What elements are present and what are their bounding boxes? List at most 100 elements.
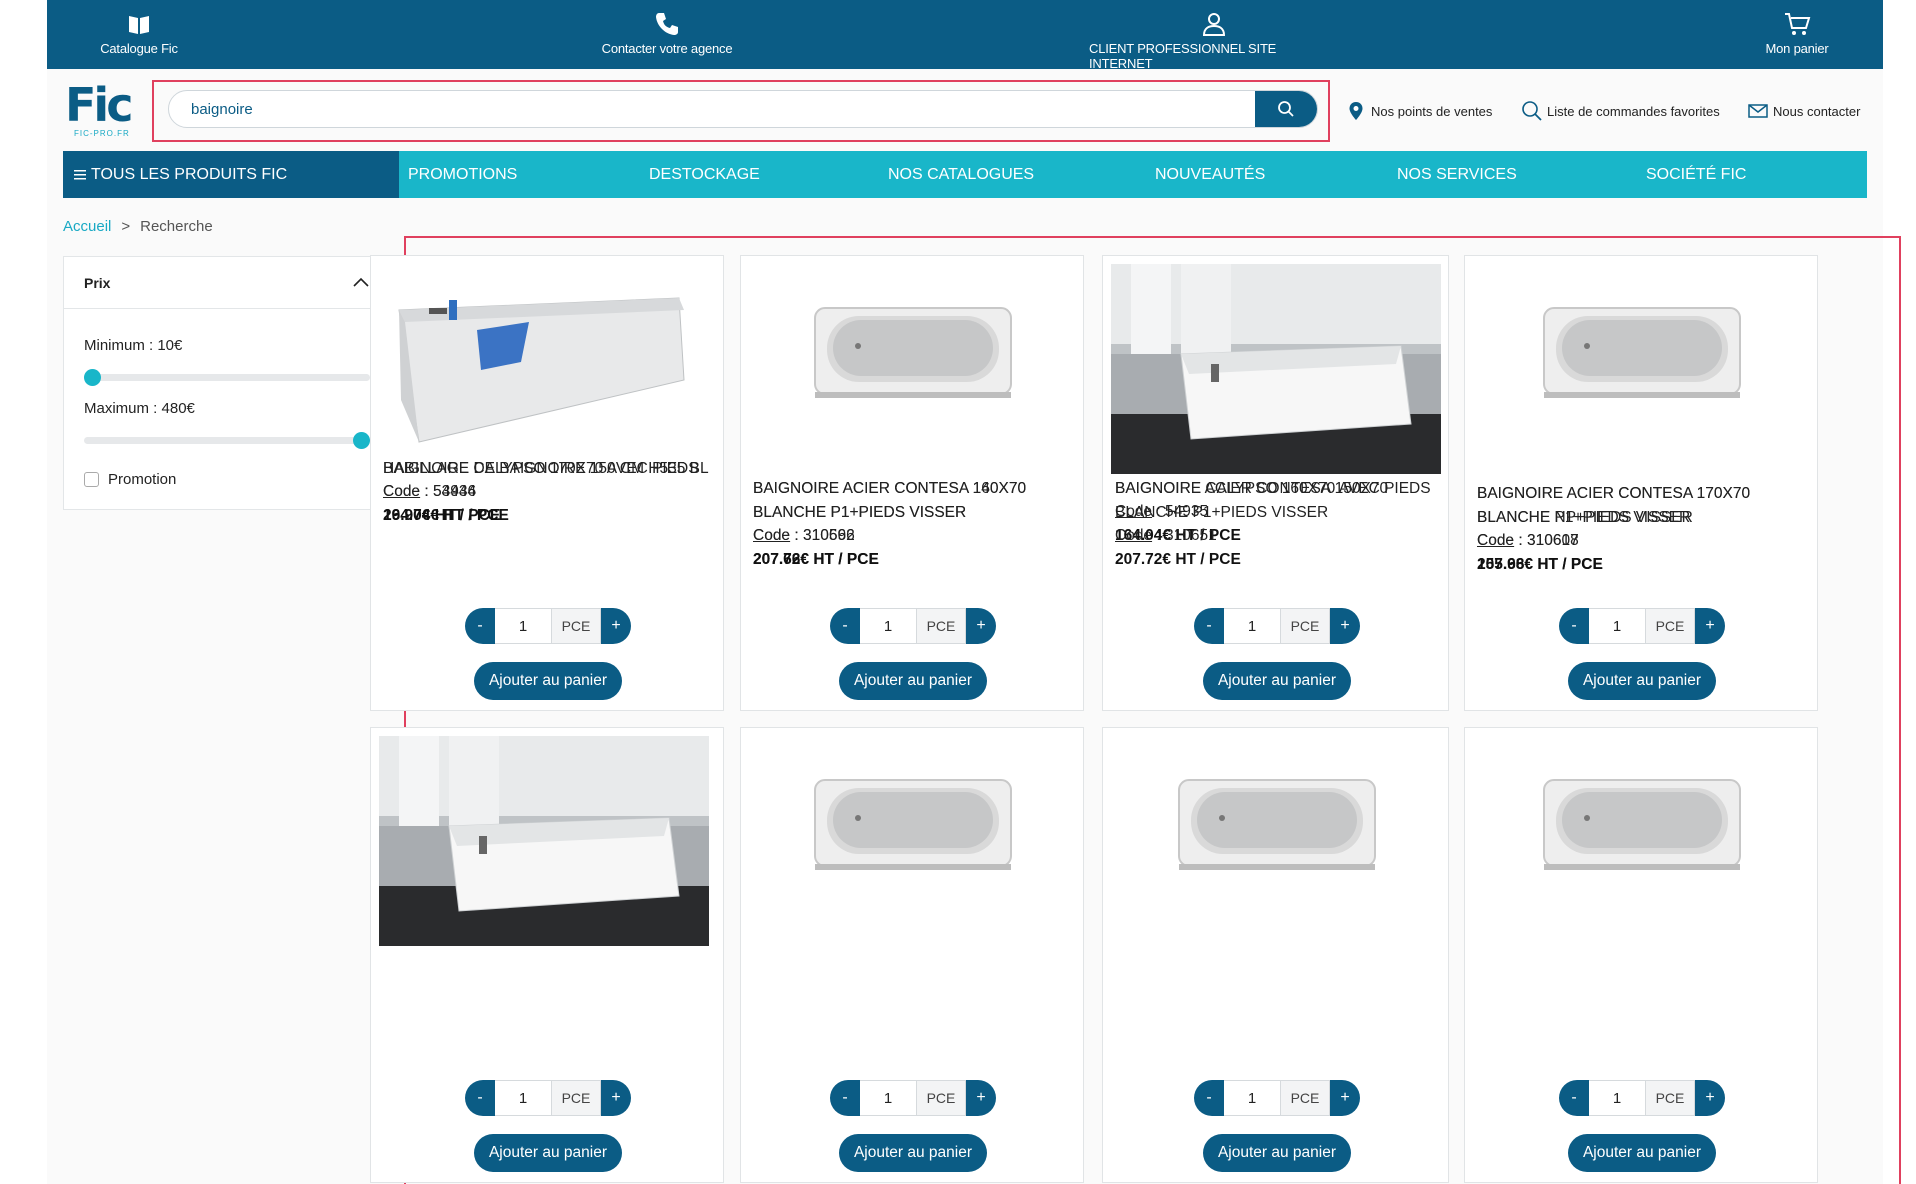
max-price-handle[interactable]: [353, 432, 370, 449]
menu-icon: [74, 169, 86, 179]
quantity-minus-button[interactable]: -: [465, 1080, 495, 1116]
quantity-input[interactable]: 1: [495, 1080, 551, 1116]
add-to-cart-button[interactable]: Ajouter au panier: [839, 1134, 987, 1172]
catalogue-link[interactable]: Catalogue Fic: [89, 10, 189, 56]
nav-destockage[interactable]: DESTOCKAGE: [649, 151, 760, 198]
product-code-value: : 310662: [790, 527, 855, 544]
quantity-plus-button[interactable]: +: [966, 1080, 996, 1116]
unit-select[interactable]: PCE: [1280, 1080, 1330, 1116]
contact-us-label: Nous contacter: [1773, 103, 1861, 119]
search-icon: [1278, 101, 1294, 117]
nav-nouveautes[interactable]: NOUVEAUTÉS: [1155, 151, 1265, 198]
unit-select[interactable]: PCE: [551, 1080, 601, 1116]
product-title[interactable]: BAIGNOIRE CALYPSO 170X70 AVEC PIEDS: [383, 457, 713, 481]
quantity-input[interactable]: 1: [1224, 608, 1280, 644]
quantity-input[interactable]: 1: [1224, 1080, 1280, 1116]
catalogue-label: Catalogue Fic: [100, 41, 178, 56]
cart-link[interactable]: Mon panier: [1747, 10, 1847, 56]
add-to-cart-button[interactable]: Ajouter au panier: [474, 662, 622, 700]
unit-select[interactable]: PCE: [1645, 1080, 1695, 1116]
product-image[interactable]: [1111, 264, 1441, 474]
product-card[interactable]: BAIGNOIRE ACIER CONTESA 150X70 BLANCHE P…: [1102, 480, 1449, 1183]
nav-services[interactable]: NOS SERVICES: [1397, 151, 1517, 198]
nav-societe[interactable]: SOCIÉTÉ FIC: [1646, 151, 1746, 198]
add-to-cart-button[interactable]: Ajouter au panier: [474, 1134, 622, 1172]
contact-agency-link[interactable]: Contacter votre agence: [567, 10, 767, 56]
unit-select[interactable]: PCE: [916, 1080, 966, 1116]
add-to-cart-button[interactable]: Ajouter au panier: [1203, 662, 1351, 700]
quantity-minus-button[interactable]: -: [1559, 1080, 1589, 1116]
add-to-cart-button[interactable]: Ajouter au panier: [1203, 1134, 1351, 1172]
breadcrumb-current: Recherche: [140, 218, 213, 235]
fic-logo[interactable]: Fic FIC-PRO.FR: [65, 82, 147, 138]
quantity-input[interactable]: 1: [1589, 608, 1645, 644]
unit-select[interactable]: PCE: [551, 608, 601, 644]
min-price-handle[interactable]: [84, 369, 101, 386]
unit-select[interactable]: PCE: [1280, 608, 1330, 644]
search-input[interactable]: [169, 91, 1254, 127]
breadcrumb: Accueil > Recherche: [63, 218, 213, 235]
unit-select[interactable]: PCE: [1645, 608, 1695, 644]
nav-promotions[interactable]: PROMOTIONS: [408, 151, 517, 198]
product-code: Code : 310662: [753, 527, 855, 545]
product-code-label: Code: [753, 527, 791, 544]
pro-client-link[interactable]: CLIENT PROFESSIONNEL SITE INTERNET: [1089, 10, 1339, 71]
price-filter: Prix Minimum : 10€ Maximum : 480€ Promot…: [63, 256, 391, 510]
quantity-minus-button[interactable]: -: [830, 608, 860, 644]
product-image[interactable]: [813, 778, 1013, 873]
breadcrumb-home[interactable]: Accueil: [63, 218, 111, 235]
product-title[interactable]: BAIGNOIRE ACIER CONTESA 150X70 BLANCHE P…: [1115, 477, 1438, 525]
product-card[interactable]: BAIGNOIRE CALYPSO 170X70 AVEC PIEDS Code …: [370, 460, 724, 1183]
quantity-minus-button[interactable]: -: [1194, 1080, 1224, 1116]
cart-icon: [1785, 13, 1811, 35]
quantity-minus-button[interactable]: -: [830, 1080, 860, 1116]
quantity-stepper: -1 PCE +: [1559, 1080, 1725, 1116]
product-image[interactable]: [379, 736, 709, 946]
add-to-cart-button[interactable]: Ajouter au panier: [1568, 662, 1716, 700]
logo-text: Fic: [65, 78, 133, 132]
promotion-checkbox[interactable]: [84, 472, 99, 487]
quantity-input[interactable]: 1: [1589, 1080, 1645, 1116]
product-image[interactable]: [389, 270, 689, 450]
nav-catalogues[interactable]: NOS CATALOGUES: [888, 151, 1034, 198]
add-to-cart-button[interactable]: Ajouter au panier: [1568, 1134, 1716, 1172]
quantity-plus-button[interactable]: +: [601, 1080, 631, 1116]
quantity-plus-button[interactable]: +: [966, 608, 996, 644]
all-products-menu[interactable]: TOUS LES PRODUITS FIC: [63, 151, 399, 198]
product-image[interactable]: [1542, 306, 1742, 401]
promotion-filter[interactable]: Promotion: [84, 471, 176, 488]
product-image[interactable]: [813, 306, 1013, 401]
quantity-minus-button[interactable]: -: [1559, 608, 1589, 644]
logo-subtitle: FIC-PRO.FR: [74, 129, 130, 138]
max-price-slider[interactable]: [84, 432, 370, 449]
favorites-list-link[interactable]: Liste de commandes favorites: [1521, 100, 1720, 122]
sales-points-link[interactable]: Nos points de ventes: [1345, 100, 1492, 122]
unit-select[interactable]: PCE: [916, 608, 966, 644]
main-nav: TOUS LES PRODUITS FIC PROMOTIONS DESTOCK…: [63, 151, 1867, 198]
quantity-minus-button[interactable]: -: [1194, 608, 1224, 644]
quantity-plus-button[interactable]: +: [1695, 608, 1725, 644]
min-price-slider[interactable]: [84, 369, 370, 386]
product-price: 207.72€ HT / PCE: [1115, 551, 1241, 568]
quantity-minus-button[interactable]: -: [465, 608, 495, 644]
search-list-icon: [1522, 101, 1542, 121]
product-card[interactable]: BAIGNOIRE ACIER CONTESA 170X70 BLANCHE N…: [1464, 485, 1818, 1183]
product-card[interactable]: BAIGNOIRE ACIER CONTESA 140X70 BLANCHE P…: [740, 480, 1084, 1183]
quantity-input[interactable]: 1: [860, 1080, 916, 1116]
quantity-plus-button[interactable]: +: [601, 608, 631, 644]
product-title[interactable]: BAIGNOIRE ACIER CONTESA 140X70 BLANCHE P…: [753, 477, 1073, 525]
product-image[interactable]: [1177, 778, 1377, 873]
quantity-stepper: -1 PCE +: [465, 608, 631, 644]
quantity-plus-button[interactable]: +: [1330, 1080, 1360, 1116]
add-to-cart-button[interactable]: Ajouter au panier: [839, 662, 987, 700]
quantity-input[interactable]: 1: [495, 608, 551, 644]
quantity-input[interactable]: 1: [860, 608, 916, 644]
search-button[interactable]: [1255, 91, 1317, 127]
product-image[interactable]: [1542, 778, 1742, 873]
price-filter-header[interactable]: Prix: [64, 257, 390, 309]
quantity-plus-button[interactable]: +: [1695, 1080, 1725, 1116]
quantity-stepper: -1 PCE +: [465, 1080, 631, 1116]
quantity-plus-button[interactable]: +: [1330, 608, 1360, 644]
contact-us-link[interactable]: Nous contacter: [1747, 100, 1860, 122]
product-title[interactable]: BAIGNOIRE ACIER CONTESA 170X70 BLANCHE N…: [1477, 482, 1807, 530]
